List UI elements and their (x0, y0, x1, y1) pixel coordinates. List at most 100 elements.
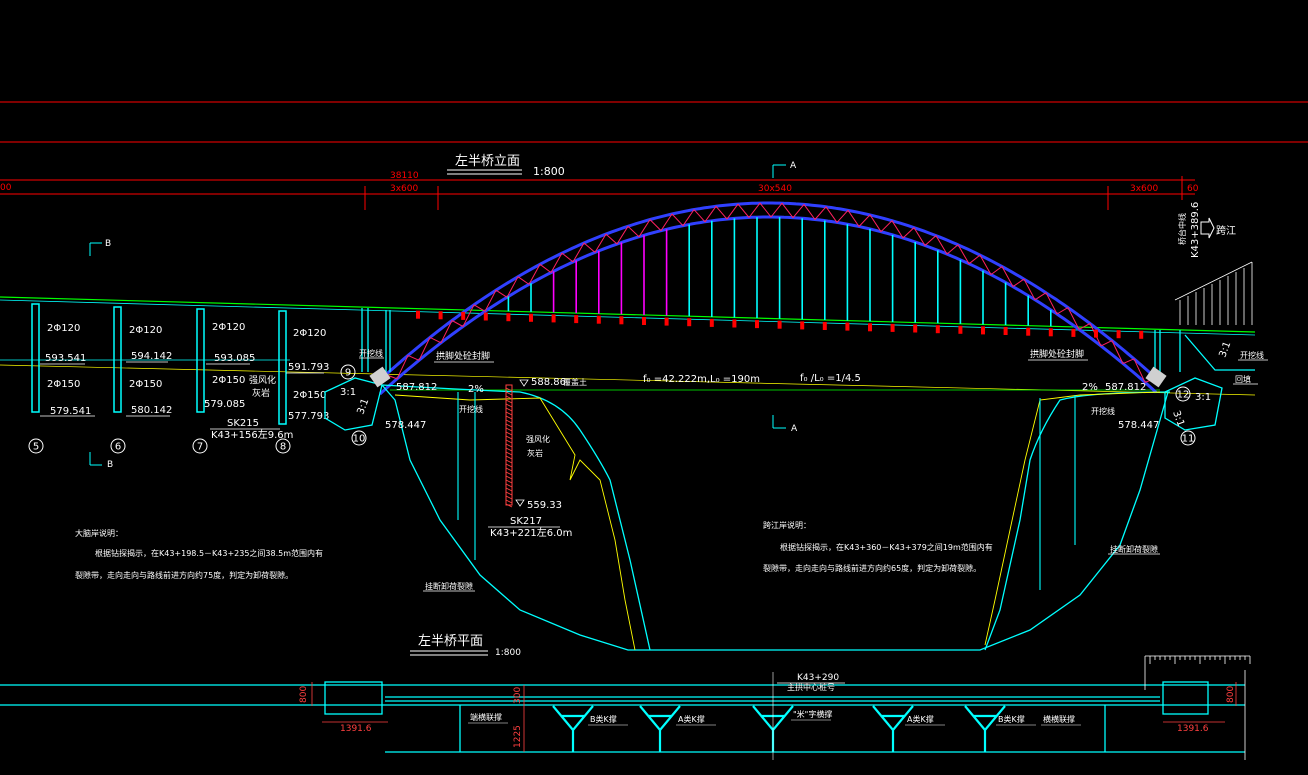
deck-crossbeam (800, 321, 805, 330)
excavation-label-right-top: 开挖线 (1240, 350, 1264, 360)
dim-right-span: 3x600 (1130, 184, 1159, 194)
section-b-label-bottom: B (107, 460, 113, 470)
deck-crossbeam (777, 320, 782, 329)
deck-crossbeam (438, 311, 443, 320)
weathered-note-left-1: 强风化 (249, 374, 276, 386)
deck-crossbeam (1048, 328, 1053, 337)
brace-label: "米"字横撑 (793, 709, 832, 719)
borehole-sk215: SK215 (227, 418, 259, 429)
deck-crossbeam (709, 318, 714, 327)
deck-crossbeam (913, 324, 918, 333)
backfill-label: 回填 (1235, 374, 1251, 384)
excavation-label-left-mid: 开挖线 (459, 404, 483, 414)
weathered-note-left-2: 灰岩 (252, 387, 270, 399)
fracture-label-right: 挂断卸荷裂隙 (1110, 544, 1158, 554)
elevation-title: 左半桥立面 (455, 154, 520, 169)
pier-number-text: 10 (353, 434, 366, 445)
deck-crossbeam (1026, 327, 1031, 336)
pile-note-right: 拱脚处砼封脚 (1030, 348, 1084, 360)
pier-6-elev-top: 594.142 (131, 351, 172, 362)
plan-scale: 1:800 (495, 648, 521, 658)
dim-left-span: 3x600 (390, 184, 419, 194)
deck-crossbeam (596, 315, 601, 324)
pier-number-text: 7 (197, 442, 203, 453)
pier-number-text: 8 (280, 442, 286, 453)
plan-dim-1225: 1225 (513, 725, 523, 748)
weathered-note-mid-2: 灰岩 (527, 448, 543, 458)
deck-crossbeam (664, 317, 669, 326)
plan-title: 左半桥平面 (418, 634, 483, 649)
plan-dim-right: 1391.6 (1177, 724, 1209, 734)
deck-crossbeam (529, 313, 533, 322)
deck-crossbeam (935, 325, 940, 334)
elev-587812-right: 587.812 (1105, 382, 1146, 393)
arch-formula-right: f₀ /L₀ =1/4.5 (800, 373, 861, 384)
elev-578447-right: 578.447 (1118, 420, 1159, 431)
slope-3-1-right-a: 3:1 (1195, 392, 1211, 403)
dim-main-span: 30x540 (758, 184, 792, 194)
slope-3-1-left-a: 3:1 (340, 387, 356, 398)
deck-crossbeam (981, 326, 985, 335)
deck-crossbeam (1139, 330, 1144, 339)
note-left-line2: 裂隙带，走向走向与路线前进方向约75度，判定为卸荷裂隙。 (75, 570, 293, 580)
deck-crossbeam (574, 315, 579, 324)
fracture-label-left: 挂断卸荷裂隙 (425, 581, 473, 591)
note-right-line2: 裂隙带，走向走向与路线前进方向约65度，判定为卸荷裂隙。 (763, 563, 981, 573)
deck-crossbeam (732, 319, 737, 328)
note-right-line1: 根据钻探揭示，在K43+360－K43+379之间19m范围内有 (780, 542, 993, 552)
pier-5-label-bottom: 2Φ150 (47, 379, 80, 390)
pier-8-label-bottom: 2Φ150 (293, 390, 326, 401)
deck-crossbeam (1071, 328, 1076, 337)
elev-55933: 559.33 (527, 500, 562, 511)
pier-8-label-top: 2Φ120 (293, 328, 326, 339)
plan-dim-800: 800 (299, 686, 309, 703)
brace-label: B类K撑 (590, 714, 617, 724)
elev-58886-note: 覆盖土 (563, 377, 587, 387)
deck-crossbeam (416, 310, 420, 319)
brace-label: 端横联撑 (470, 712, 502, 722)
boundary-station: K43+389.6 (1190, 202, 1201, 258)
elevation-scale: 1:800 (533, 165, 565, 178)
note-left-title: 大脑岸说明： (75, 528, 123, 538)
note-left-line1: 根据钻探揭示，在K43+198.5－K43+235之间38.5m范围内有 (95, 548, 323, 558)
excavation-label-left-top: 开挖线 (359, 348, 383, 358)
arch-formula-left: f₀ =42.222m,L₀ =190m (643, 374, 760, 385)
deck-crossbeam (890, 323, 895, 332)
slope-2pct-right: 2% (1082, 382, 1098, 393)
brace-label: 横横联撑 (1043, 714, 1075, 724)
deck-crossbeam (958, 325, 963, 334)
deck-crossbeam (506, 313, 511, 322)
brace-label: A类K撑 (678, 714, 705, 724)
elev-58886: 588.86 (531, 377, 566, 388)
deck-crossbeam (1003, 327, 1008, 335)
plan-station-note: 主拱中心桩号 (787, 682, 835, 692)
pier-number-text: 5 (33, 442, 39, 453)
pier-number-text: 9 (345, 368, 351, 379)
brace-label: B类K撑 (998, 714, 1025, 724)
bridge-drawing-canvas: 左半桥立面 1:800 00 38110 3x600 30x540 3x600 … (0, 0, 1308, 775)
deck-crossbeam (619, 316, 624, 325)
pier-6-label-bottom: 2Φ150 (129, 379, 162, 390)
deck-crossbeam (551, 314, 556, 323)
borehole-sk217-station: K43+221左6.0m (490, 526, 572, 539)
boundary-note: 桥台中线 (1177, 213, 1187, 245)
slope-2pct-left: 2% (468, 384, 484, 395)
deck-crossbeam (687, 318, 692, 327)
section-b-label-top: B (105, 239, 111, 249)
elev-578447-left: 578.447 (385, 420, 426, 431)
pier-7-label-top: 2Φ120 (212, 322, 245, 333)
deck-crossbeam (1094, 329, 1098, 338)
elev-587812-left: 587.812 (396, 382, 437, 393)
dim-total: 38110 (390, 171, 419, 181)
pier-7-label-bottom: 2Φ150 (212, 375, 245, 386)
pier-number-text: 6 (115, 442, 121, 453)
pier-number-text: 11 (1182, 434, 1195, 445)
deck-crossbeam (461, 311, 466, 320)
deck-crossbeam (1116, 330, 1121, 339)
dim-left-edge: 00 (0, 183, 12, 193)
pier-7-elev-top: 593.085 (214, 353, 255, 364)
pier-8-elev-bottom: 577.793 (288, 411, 329, 422)
section-a-label-bottom: A (791, 424, 798, 434)
deck-crossbeam (822, 322, 827, 330)
pile-note-left: 拱脚处砼封脚 (436, 350, 490, 362)
